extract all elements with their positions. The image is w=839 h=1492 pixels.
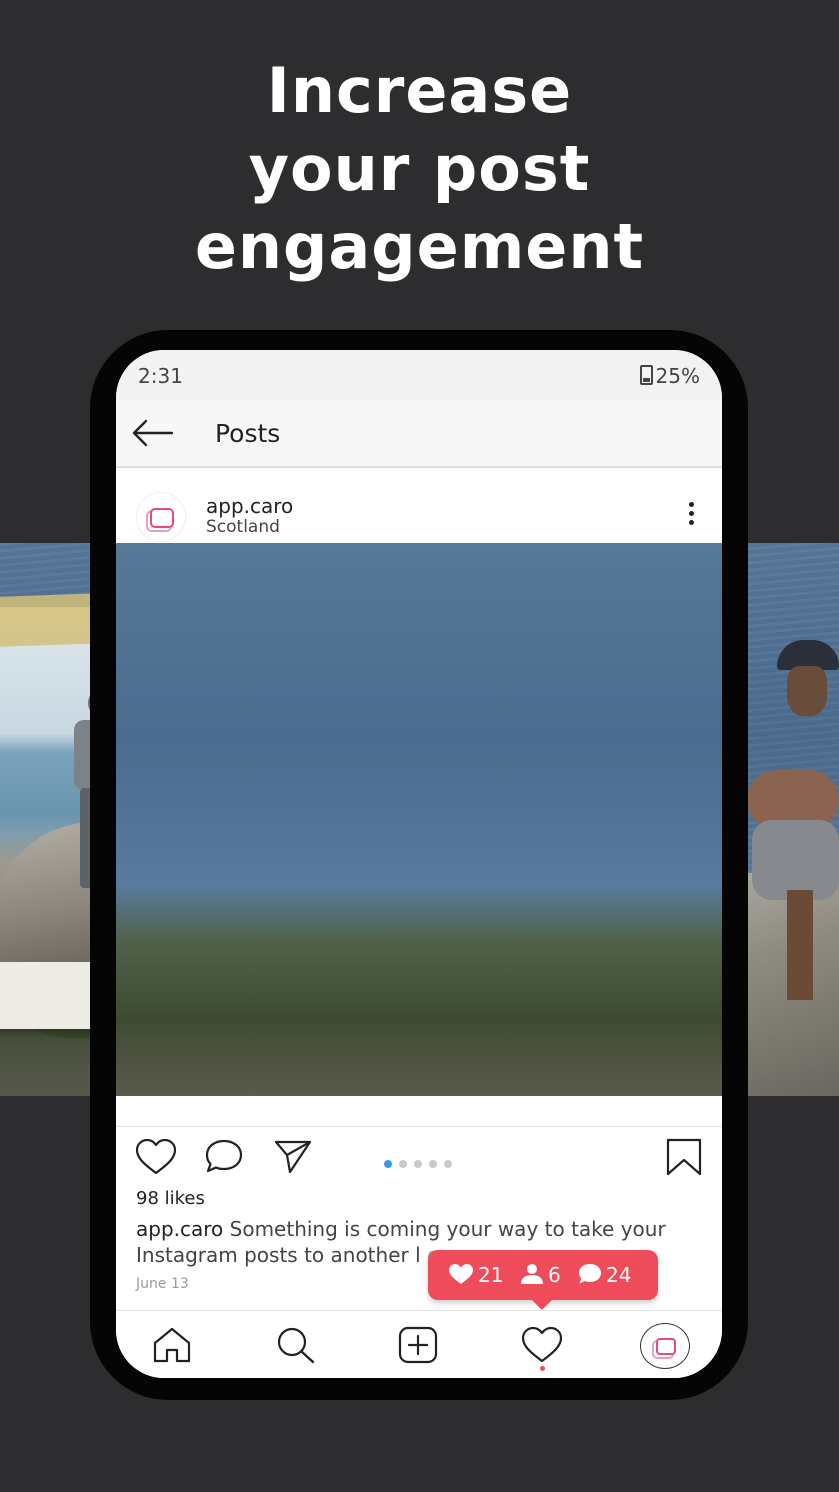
likes-count[interactable]: 98 likes	[136, 1188, 205, 1209]
carousel-dot-4	[429, 1160, 437, 1168]
headline-line-3: engagement	[194, 210, 645, 283]
post-image	[116, 543, 722, 1096]
post-header: app.caro Scotland	[116, 468, 722, 543]
home-icon[interactable]	[150, 1325, 194, 1365]
status-battery: 25%	[639, 364, 700, 388]
carousel-dot-5	[444, 1160, 452, 1168]
top-bar: Posts	[116, 400, 722, 468]
badge-likes-count: 21	[478, 1263, 504, 1287]
avatar[interactable]	[136, 492, 186, 542]
caption-username[interactable]: app.caro	[136, 1217, 223, 1241]
heart-filled-icon	[449, 1264, 473, 1284]
carousel-dot-3	[414, 1160, 422, 1168]
status-bar: 2:31 25%	[116, 350, 722, 400]
person-right	[747, 640, 839, 1060]
engagement-badge: 21 6 24	[428, 1250, 658, 1310]
headline: Increase your post engagement	[0, 52, 839, 286]
like-heart-icon[interactable]	[134, 1137, 178, 1177]
headline-line-1: Increase	[266, 54, 573, 127]
post-actions	[116, 1126, 722, 1187]
badge-followers-count: 6	[548, 1263, 561, 1287]
add-post-icon[interactable]	[396, 1325, 440, 1365]
phone-screen: 2:31 25% Posts app.caro Scotland 98 like…	[116, 350, 722, 1378]
back-arrow-icon[interactable]	[130, 416, 176, 450]
bookmark-icon[interactable]	[665, 1137, 703, 1177]
badge-comments-count: 24	[606, 1263, 632, 1287]
comment-icon[interactable]	[203, 1137, 245, 1177]
status-time: 2:31	[138, 364, 183, 388]
activity-heart-icon[interactable]	[520, 1325, 564, 1365]
badge-followers: 6	[520, 1263, 561, 1287]
carousel-dot-2	[399, 1160, 407, 1168]
battery-level: 25%	[655, 364, 700, 388]
profile-avatar-button[interactable]	[640, 1323, 690, 1369]
activity-indicator-dot	[540, 1366, 545, 1371]
app-logo-icon	[656, 1338, 676, 1355]
badge-likes: 21	[448, 1263, 503, 1287]
badge-comments: 24	[578, 1263, 631, 1287]
more-options-icon[interactable]	[686, 502, 696, 532]
carousel-dot-1	[384, 1160, 392, 1168]
carousel-indicator	[384, 1153, 459, 1172]
page-title: Posts	[215, 419, 281, 448]
post-date: June 13	[136, 1276, 189, 1292]
search-icon[interactable]	[273, 1325, 317, 1365]
post-username[interactable]: app.caro	[206, 494, 293, 518]
headline-line-2: your post	[248, 132, 591, 205]
post-location[interactable]: Scotland	[206, 517, 280, 537]
bottom-nav	[116, 1310, 722, 1378]
app-logo-icon	[150, 508, 174, 528]
person-filled-icon	[521, 1264, 543, 1284]
comment-filled-icon	[579, 1264, 601, 1284]
share-send-icon[interactable]	[272, 1137, 314, 1177]
battery-icon	[639, 365, 653, 385]
